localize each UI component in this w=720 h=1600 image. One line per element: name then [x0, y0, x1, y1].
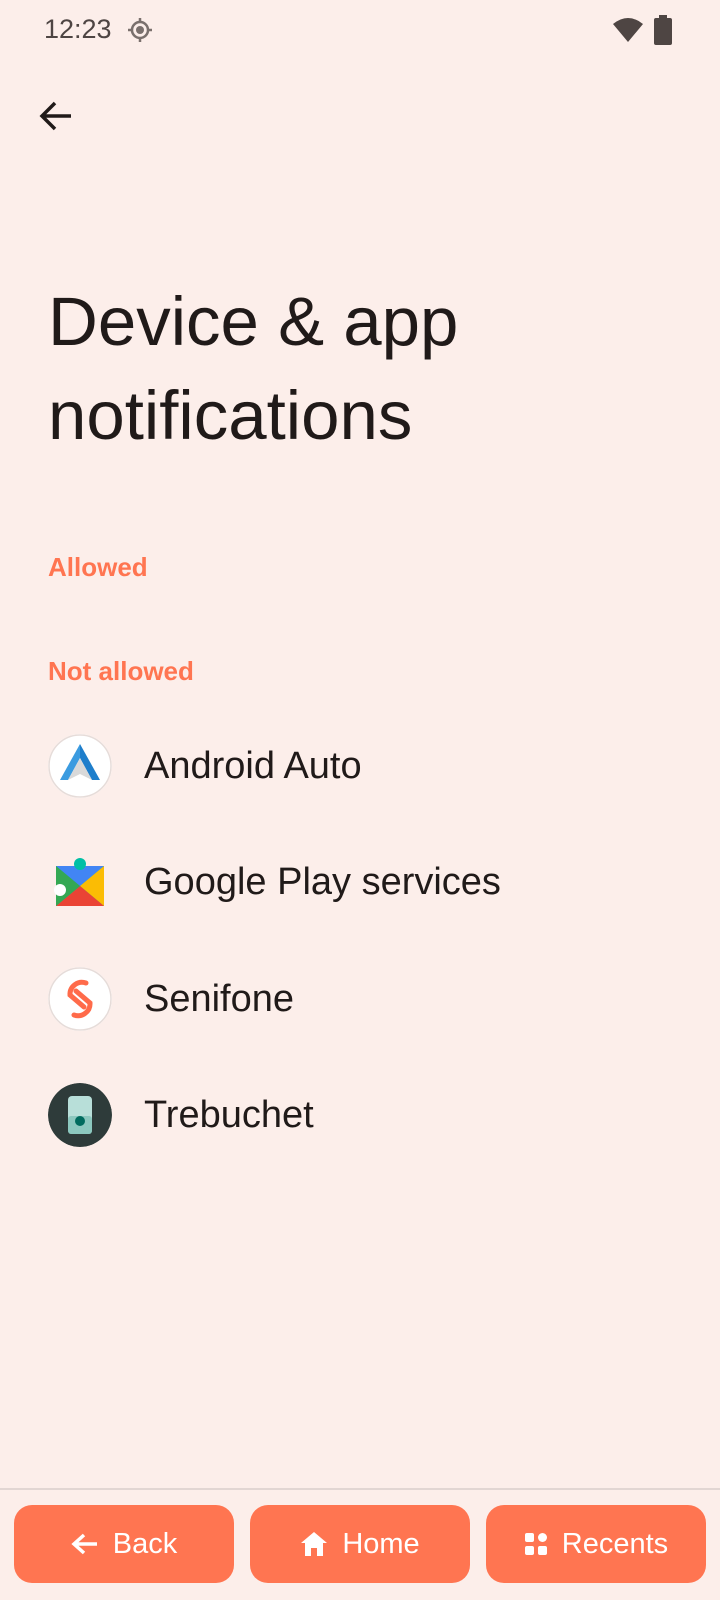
- home-icon: [301, 1532, 328, 1556]
- section-header-allowed: Allowed: [48, 552, 148, 582]
- wifi-icon: [613, 18, 643, 42]
- app-label: Senifone: [144, 977, 295, 1020]
- nav-recents-label: Recents: [561, 1527, 669, 1560]
- arrow-left-icon: [39, 101, 71, 131]
- page-title: Device & app notifications: [48, 283, 459, 454]
- senifone-icon: [48, 967, 112, 1031]
- app-label: Google Play services: [144, 860, 501, 903]
- section-header-not-allowed: Not allowed: [48, 656, 194, 686]
- nav-back-label: Back: [112, 1527, 178, 1560]
- nav-home-label: Home: [342, 1527, 420, 1560]
- nav-back-button[interactable]: Back: [14, 1505, 234, 1583]
- app-row-senifone[interactable]: Senifone: [0, 940, 720, 1058]
- google-play-services-icon: [54, 858, 104, 906]
- app-row-google-play-services[interactable]: Google Play services: [0, 823, 720, 941]
- app-label: Android Auto: [144, 744, 362, 787]
- nav-recents-button[interactable]: Recents: [486, 1505, 706, 1583]
- back-button[interactable]: [28, 88, 84, 144]
- screen: 12:23 Device & app notifications Allowed…: [0, 0, 720, 1600]
- trebuchet-icon: [48, 1083, 112, 1147]
- nav-home-button[interactable]: Home: [250, 1505, 470, 1583]
- android-auto-icon: [48, 734, 112, 798]
- app-row-android-auto[interactable]: Android Auto: [0, 707, 720, 825]
- status-bar: 12:23: [0, 0, 720, 62]
- arrow-left-icon: [71, 1533, 97, 1555]
- app-label: Trebuchet: [144, 1093, 314, 1136]
- status-time: 12:23: [44, 14, 112, 44]
- location-icon: [128, 18, 152, 42]
- nav-divider: [0, 1488, 720, 1490]
- battery-icon: [654, 15, 672, 45]
- app-row-trebuchet[interactable]: Trebuchet: [0, 1056, 720, 1174]
- recents-icon: [524, 1533, 547, 1555]
